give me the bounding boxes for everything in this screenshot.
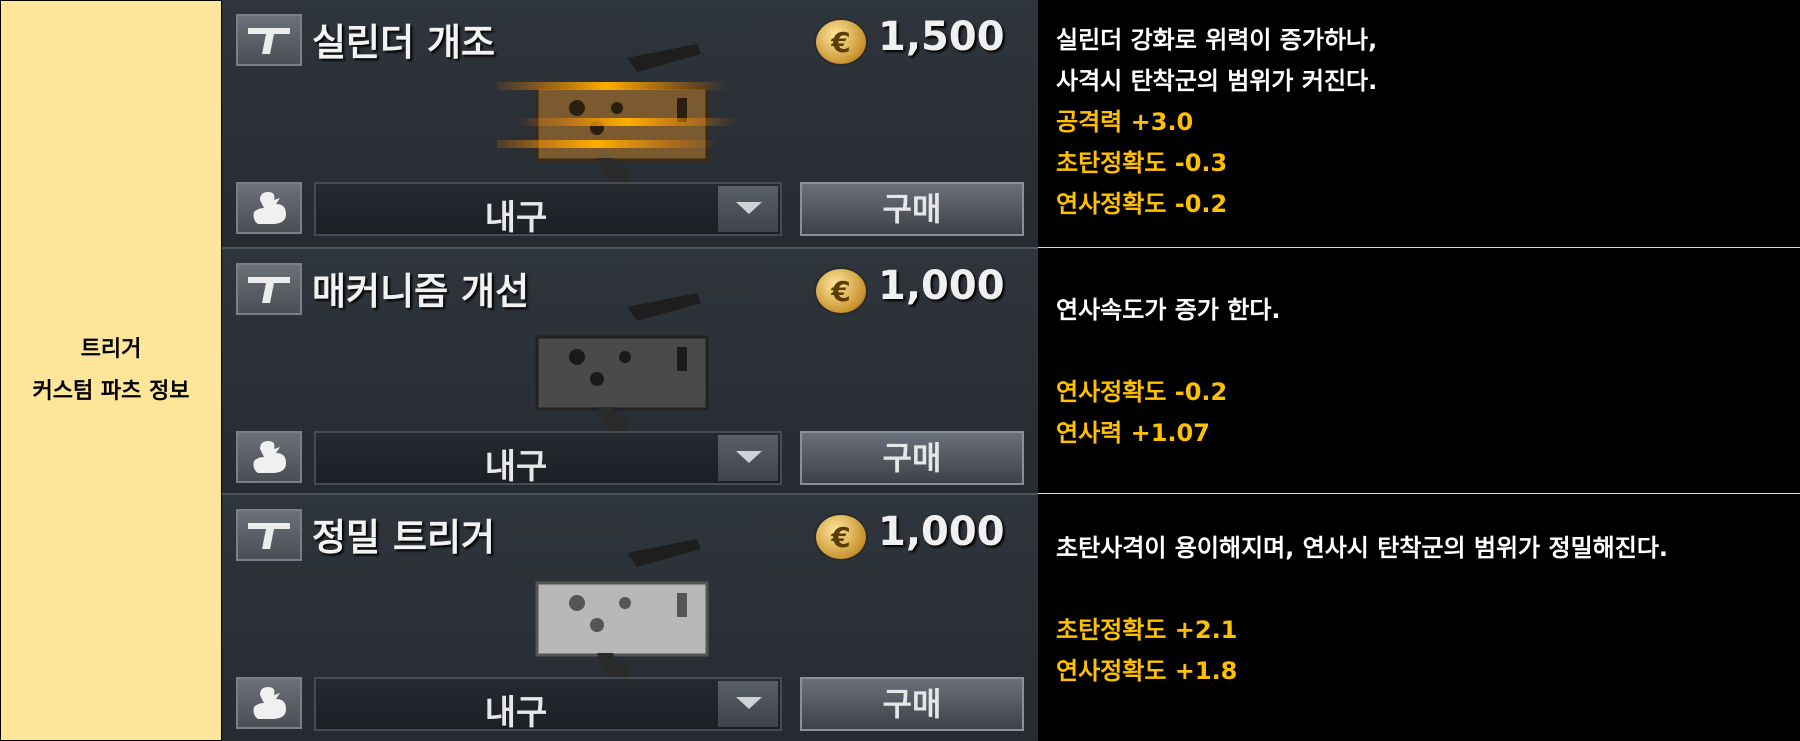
desc-line: 사격시 탄착군의 범위가 커진다. xyxy=(1056,67,1378,95)
stat-line: 연사정확도 -0.2 xyxy=(1056,190,1228,218)
stat-line: 연사정확도 +1.8 xyxy=(1056,657,1238,685)
duck-icon xyxy=(236,431,302,483)
trigger-part-image xyxy=(535,539,709,679)
item-description: 초탄사격이 용이해지며, 연사시 탄착군의 범위가 정밀해진다. 초탄정확도 +… xyxy=(1038,493,1800,741)
buy-button[interactable]: 구매 xyxy=(800,677,1024,731)
item-name: 실린더 개조 xyxy=(312,21,496,64)
category-line-2: 커스텀 파츠 정보 xyxy=(32,378,190,404)
coin-icon: € xyxy=(814,267,868,315)
durability-label: 내구 xyxy=(484,693,548,733)
item-price: 1,000 xyxy=(878,509,1005,555)
item-description: 연사속도가 증가 한다. 연사정확도 -0.2 연사력 +1.07 xyxy=(1038,247,1800,493)
category-line-1: 트리거 xyxy=(80,336,142,362)
desc-line: 연사속도가 증가 한다. xyxy=(1056,296,1281,324)
coin-icon: € xyxy=(814,513,868,561)
item-panel: 실린더 개조 € 1,500 내구 구매 xyxy=(222,0,1038,247)
item-description: 실린더 강화로 위력이 증가하나, 사격시 탄착군의 범위가 커진다. 공격력 … xyxy=(1038,0,1800,247)
stat-line: 초탄정확도 -0.3 xyxy=(1056,149,1228,177)
chevron-down-icon[interactable] xyxy=(718,186,778,232)
stat-line: 초탄정확도 +2.1 xyxy=(1056,616,1238,644)
trigger-part-icon xyxy=(236,14,302,66)
buy-button[interactable]: 구매 xyxy=(800,182,1024,236)
stat-line: 연사정확도 -0.2 xyxy=(1056,378,1228,406)
part-row: 매커니즘 개선 € 1,000 내구 구매 연사속도가 증가 한다. 연사정확도… xyxy=(222,247,1800,493)
trigger-part-icon xyxy=(236,509,302,561)
category-label: 트리거 커스텀 파츠 정보 xyxy=(0,0,222,741)
item-price: 1,000 xyxy=(878,263,1005,309)
chevron-down-icon[interactable] xyxy=(718,435,778,481)
desc-line: 초탄사격이 용이해지며, 연사시 탄착군의 범위가 정밀해진다. xyxy=(1056,534,1669,562)
durability-select[interactable]: 내구 xyxy=(314,677,782,733)
duck-icon xyxy=(236,182,302,234)
coin-icon: € xyxy=(814,18,868,66)
chevron-down-icon[interactable] xyxy=(718,681,778,727)
durability-label: 내구 xyxy=(484,447,548,487)
duck-icon xyxy=(236,677,302,729)
item-panel: 매커니즘 개선 € 1,000 내구 구매 xyxy=(222,247,1038,493)
stat-line: 공격력 +3.0 xyxy=(1056,108,1194,136)
item-name: 정밀 트리거 xyxy=(312,516,496,559)
durability-select[interactable]: 내구 xyxy=(314,431,782,487)
stat-line: 연사력 +1.07 xyxy=(1056,419,1210,447)
trigger-part-image xyxy=(535,293,709,433)
trigger-part-icon xyxy=(236,263,302,315)
trigger-part-image xyxy=(497,44,737,184)
buy-button[interactable]: 구매 xyxy=(800,431,1024,485)
part-row: 정밀 트리거 € 1,000 내구 구매 초탄사격이 용이해지며, 연사시 탄착… xyxy=(222,493,1800,741)
item-price: 1,500 xyxy=(878,14,1005,60)
durability-select[interactable]: 내구 xyxy=(314,182,782,238)
item-panel: 정밀 트리거 € 1,000 내구 구매 xyxy=(222,493,1038,741)
desc-line: 실린더 강화로 위력이 증가하나, xyxy=(1056,26,1378,54)
part-row: 실린더 개조 € 1,500 내구 구매 실린더 강화로 위력이 증가하나, 사… xyxy=(222,0,1800,247)
durability-label: 내구 xyxy=(484,198,548,238)
